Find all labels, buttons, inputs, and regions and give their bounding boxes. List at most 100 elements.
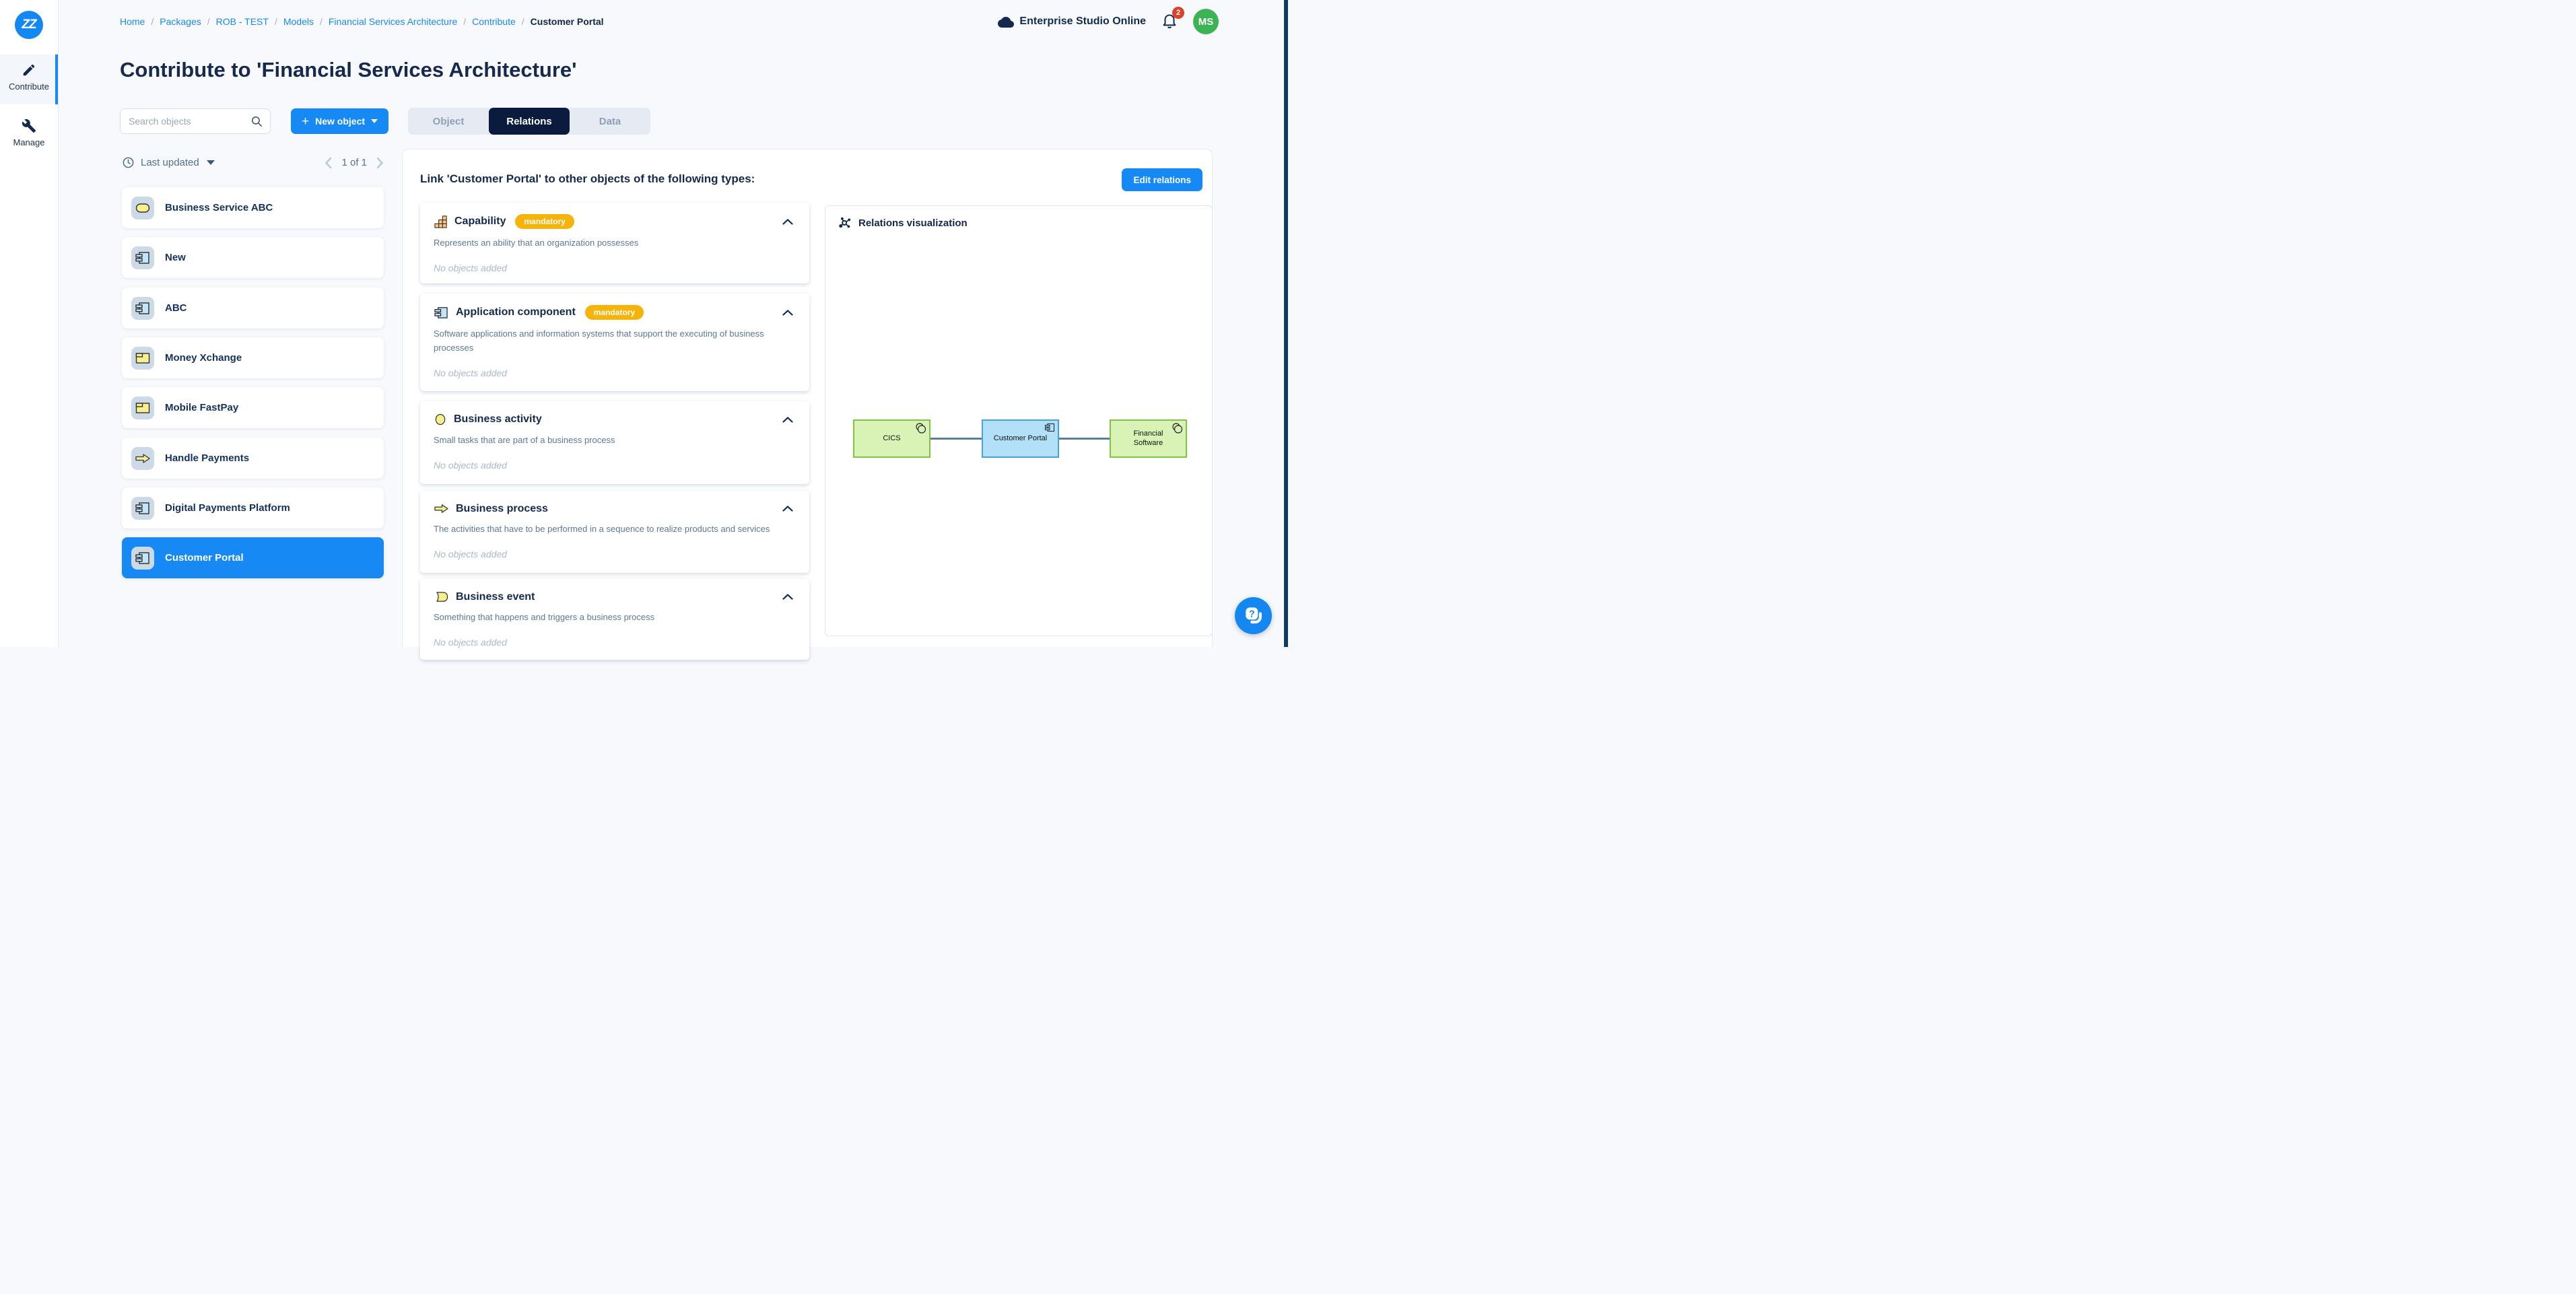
notifications-button[interactable]: 2 bbox=[1161, 11, 1178, 32]
search-input[interactable] bbox=[129, 116, 250, 127]
product-icon bbox=[131, 347, 154, 370]
collapse-button[interactable] bbox=[780, 591, 796, 603]
logo-text: ZZ bbox=[22, 18, 36, 32]
plus-icon: + bbox=[302, 115, 309, 128]
new-object-label: New object bbox=[315, 116, 365, 127]
tab-data[interactable]: Data bbox=[570, 108, 650, 135]
app-logo[interactable]: ZZ bbox=[15, 11, 43, 39]
graph-icon bbox=[838, 216, 852, 230]
avatar-initials: MS bbox=[1198, 16, 1214, 28]
relation-card-header[interactable]: Business activity bbox=[434, 413, 796, 426]
chevron-up-icon bbox=[782, 506, 793, 512]
relation-card-description: Software applications and information sy… bbox=[434, 327, 796, 355]
list-item-handle-payments[interactable]: Handle Payments bbox=[122, 438, 384, 479]
top-header: Home / Packages / ROB - TEST / Models / Fina… bbox=[59, 0, 1288, 43]
chevron-down-icon bbox=[207, 160, 215, 165]
toolbar: + New object Object Relations Data bbox=[120, 108, 650, 135]
breadcrumb-link-rob-test[interactable]: ROB - TEST bbox=[216, 16, 269, 27]
breadcrumb-separator: / bbox=[320, 16, 323, 27]
collapse-button[interactable] bbox=[780, 216, 796, 228]
relation-card-title: Business process bbox=[456, 503, 548, 515]
breadcrumb-link-fsa[interactable]: Financial Services Architecture bbox=[329, 16, 457, 27]
relation-card-business-event: Business event Something that happens an… bbox=[420, 579, 809, 660]
breadcrumb-link-home[interactable]: Home bbox=[120, 16, 145, 27]
help-chat-button[interactable]: ? bbox=[1235, 597, 1272, 634]
chevron-up-icon bbox=[782, 310, 793, 316]
relation-card-title: Capability bbox=[454, 215, 506, 228]
list-item-label: Customer Portal bbox=[165, 552, 244, 564]
node-label: Customer Portal bbox=[994, 434, 1047, 444]
list-item-label: Digital Payments Platform bbox=[165, 502, 290, 514]
prev-page-button[interactable] bbox=[325, 157, 332, 169]
list-item-new[interactable]: New bbox=[122, 237, 384, 278]
diagram-node-financial-software[interactable]: Financial Software bbox=[1110, 419, 1187, 458]
new-object-button[interactable]: + New object bbox=[291, 108, 388, 134]
edit-relations-button[interactable]: Edit relations bbox=[1122, 168, 1202, 191]
chevron-up-icon bbox=[782, 219, 793, 225]
node-label: Financial Software bbox=[1125, 430, 1172, 448]
relation-card-header[interactable]: Application component mandatory bbox=[434, 305, 796, 320]
breadcrumb-separator: / bbox=[207, 16, 210, 27]
application-component-icon bbox=[131, 297, 154, 320]
list-item-business-service-abc[interactable]: Business Service ABC bbox=[122, 187, 384, 228]
mandatory-badge: mandatory bbox=[585, 305, 644, 320]
sidebar-item-manage[interactable]: Manage bbox=[0, 118, 58, 162]
sidebar-item-contribute[interactable]: Contribute bbox=[0, 55, 58, 104]
breadcrumb-separator: / bbox=[275, 16, 277, 27]
relation-card-empty-text: No objects added bbox=[434, 368, 796, 378]
next-page-button[interactable] bbox=[376, 157, 384, 169]
tab-relations[interactable]: Relations bbox=[489, 108, 570, 135]
list-item-money-xchange[interactable]: Money Xchange bbox=[122, 337, 384, 378]
tab-object[interactable]: Object bbox=[408, 108, 489, 135]
relation-card-description: Something that happens and triggers a bu… bbox=[434, 611, 796, 625]
product-name: Enterprise Studio Online bbox=[998, 15, 1146, 28]
breadcrumb-link-packages[interactable]: Packages bbox=[160, 16, 201, 27]
list-item-label: Handle Payments bbox=[165, 452, 249, 464]
breadcrumb-separator: / bbox=[522, 16, 524, 27]
pagination-text: 1 of 1 bbox=[341, 157, 367, 168]
help-chat-icon: ? bbox=[1242, 604, 1266, 628]
business-event-icon bbox=[434, 590, 449, 603]
sidebar-item-label: Contribute bbox=[0, 81, 58, 92]
list-item-label: Mobile FastPay bbox=[165, 402, 238, 413]
relation-card-application-component: Application component mandatory Software… bbox=[420, 294, 809, 391]
relation-card-header[interactable]: Business event bbox=[434, 590, 796, 603]
pagination: 1 of 1 bbox=[325, 157, 384, 169]
list-item-customer-portal[interactable]: Customer Portal bbox=[122, 537, 384, 578]
relation-card-title: Application component bbox=[456, 306, 576, 318]
relation-edge bbox=[1058, 438, 1110, 440]
business-process-icon bbox=[131, 447, 154, 470]
search-box bbox=[120, 108, 271, 134]
app-root: ZZ Contribute Manage Home / Packages / ROB… bbox=[0, 0, 1288, 647]
avatar[interactable]: MS bbox=[1193, 9, 1219, 34]
visualization-title: Relations visualization bbox=[858, 217, 968, 229]
diagram-node-cics[interactable]: CICS bbox=[853, 419, 930, 458]
relation-card-header[interactable]: Business process bbox=[434, 502, 796, 515]
relation-card-empty-text: No objects added bbox=[434, 263, 796, 273]
chevron-up-icon bbox=[782, 417, 793, 423]
relations-heading: Link 'Customer Portal' to other objects … bbox=[420, 168, 755, 186]
collapse-button[interactable] bbox=[780, 503, 796, 514]
breadcrumb-link-contribute[interactable]: Contribute bbox=[472, 16, 516, 27]
page-title: Contribute to 'Financial Services Archit… bbox=[120, 58, 577, 82]
diagram-node-customer-portal[interactable]: Customer Portal bbox=[982, 419, 1059, 458]
wrench-icon bbox=[22, 118, 36, 133]
relation-card-capability: Capability mandatory Represents an abili… bbox=[420, 203, 809, 283]
chevron-up-icon bbox=[782, 594, 793, 600]
list-item-digital-payments-platform[interactable]: Digital Payments Platform bbox=[122, 487, 384, 529]
svg-text:?: ? bbox=[1248, 609, 1254, 619]
relation-card-description: Small tasks that are part of a business … bbox=[434, 434, 796, 448]
list-item-abc[interactable]: ABC bbox=[122, 287, 384, 329]
list-item-label: Business Service ABC bbox=[165, 202, 273, 213]
application-component-icon bbox=[131, 246, 154, 269]
breadcrumb-link-models[interactable]: Models bbox=[283, 16, 314, 27]
relation-card-empty-text: No objects added bbox=[434, 549, 796, 559]
relation-card-header[interactable]: Capability mandatory bbox=[434, 214, 796, 229]
sort-dropdown[interactable]: Last updated bbox=[122, 156, 215, 169]
collapse-button[interactable] bbox=[780, 414, 796, 425]
collapse-button[interactable] bbox=[780, 307, 796, 318]
scrollbar[interactable] bbox=[1284, 0, 1288, 647]
visualization-header: Relations visualization bbox=[825, 206, 1212, 230]
list-item-label: ABC bbox=[165, 302, 187, 314]
list-item-mobile-fastpay[interactable]: Mobile FastPay bbox=[122, 387, 384, 428]
